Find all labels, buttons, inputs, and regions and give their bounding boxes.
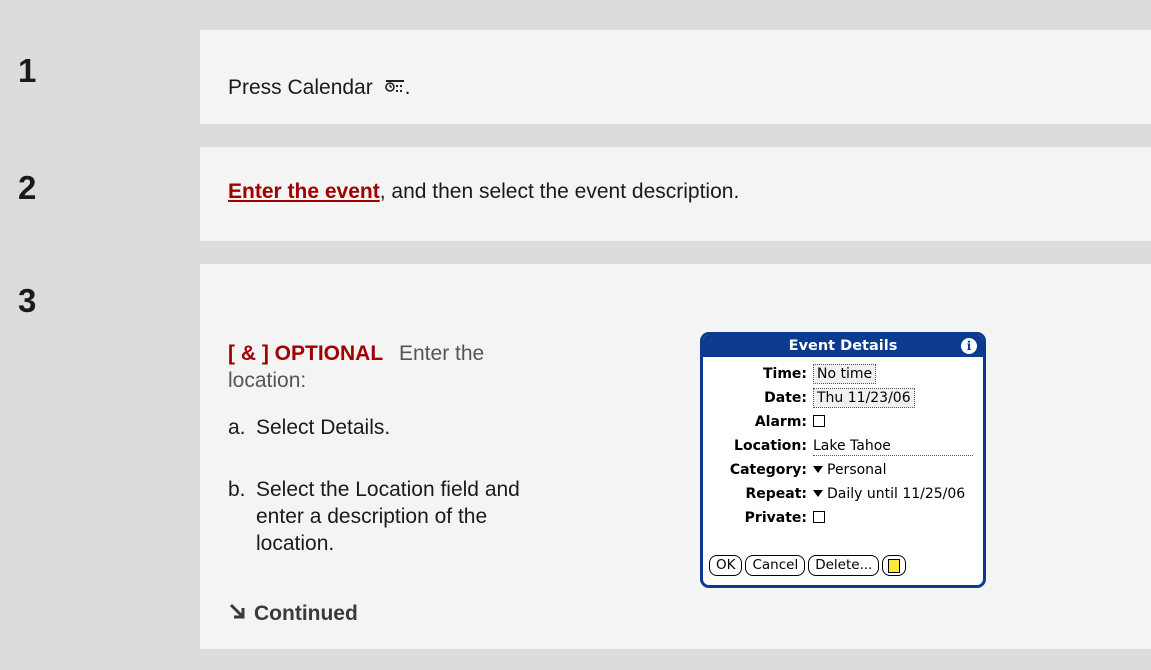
sub-step-letter: b. bbox=[228, 478, 246, 501]
category-picker[interactable]: Personal bbox=[813, 459, 887, 481]
step-number: 1 bbox=[18, 52, 37, 89]
arrow-down-right-icon bbox=[228, 602, 246, 626]
step-number: 3 bbox=[18, 282, 37, 319]
triangle-down-icon bbox=[813, 490, 823, 497]
enter-event-link[interactable]: Enter the event bbox=[228, 180, 380, 203]
sub-step-b: b. Select the Location field and enter a… bbox=[228, 476, 566, 557]
info-icon[interactable]: i bbox=[961, 338, 977, 354]
step-1: 1 Press Calendar . bbox=[0, 30, 1151, 124]
location-label: Location: bbox=[734, 438, 807, 454]
category-label: Category: bbox=[729, 462, 807, 478]
step-number-cell: 2 bbox=[0, 147, 200, 241]
step-1-text: Press Calendar . bbox=[228, 76, 410, 102]
intro-line-2: location: bbox=[228, 369, 307, 392]
event-details-dialog: Event Details i Time: No time Date: Thu … bbox=[700, 332, 986, 588]
dialog-buttons: OK Cancel Delete... bbox=[709, 555, 907, 577]
note-icon bbox=[888, 559, 901, 573]
alarm-label: Alarm: bbox=[754, 414, 807, 430]
sub-step-text: Select the Location field and enter a de… bbox=[256, 478, 520, 555]
calendar-app-icon bbox=[384, 78, 405, 102]
step-number: 2 bbox=[18, 169, 37, 206]
repeat-value: Daily until 11/25/06 bbox=[827, 486, 966, 502]
alarm-checkbox[interactable] bbox=[813, 415, 825, 427]
step-number-cell: 3 bbox=[0, 264, 200, 649]
step-body: [ & ] OPTIONAL Enter the location: a. Se… bbox=[200, 264, 1151, 649]
step-number-cell: 1 bbox=[0, 30, 200, 124]
sub-step-letter: a. bbox=[228, 416, 246, 439]
continued-label: Continued bbox=[254, 602, 358, 625]
triangle-down-icon bbox=[813, 466, 823, 473]
category-row: Category: Personal bbox=[703, 459, 983, 481]
step-2: 2 Enter the event, and then select the e… bbox=[0, 147, 1151, 241]
step-3: 3 [ & ] OPTIONAL Enter the location: a. … bbox=[0, 264, 1151, 649]
optional-tag: [ & ] OPTIONAL bbox=[228, 342, 384, 365]
alarm-row: Alarm: bbox=[703, 411, 983, 433]
intro-line-1: Enter the bbox=[399, 342, 485, 365]
repeat-label: Repeat: bbox=[745, 486, 807, 502]
dialog-title: Event Details bbox=[788, 338, 898, 354]
category-value: Personal bbox=[827, 462, 887, 478]
step-body: Enter the event, and then select the eve… bbox=[200, 147, 1151, 241]
time-label: Time: bbox=[762, 366, 807, 382]
step-1-text-after: . bbox=[404, 76, 411, 99]
step-2-text: Enter the event, and then select the eve… bbox=[228, 180, 739, 204]
step-2-text-after: , and then select the event description. bbox=[379, 180, 740, 203]
continued-link[interactable]: Continued bbox=[228, 602, 358, 626]
date-field[interactable]: Thu 11/23/06 bbox=[813, 388, 915, 408]
private-checkbox[interactable] bbox=[813, 511, 825, 523]
time-field[interactable]: No time bbox=[813, 364, 877, 384]
repeat-row: Repeat: Daily until 11/25/06 bbox=[703, 483, 983, 505]
time-row: Time: No time bbox=[703, 363, 983, 385]
delete-button[interactable]: Delete... bbox=[808, 555, 880, 576]
step-1-text-before: Press Calendar bbox=[228, 76, 373, 99]
repeat-picker[interactable]: Daily until 11/25/06 bbox=[813, 483, 965, 505]
note-button[interactable] bbox=[882, 555, 907, 576]
sub-step-text: Select Details. bbox=[256, 416, 391, 439]
date-row: Date: Thu 11/23/06 bbox=[703, 387, 983, 409]
location-field[interactable]: Lake Tahoe bbox=[813, 437, 973, 456]
private-row: Private: bbox=[703, 507, 983, 529]
optional-intro: [ & ] OPTIONAL Enter the location: bbox=[228, 340, 484, 394]
step-body: Press Calendar . bbox=[200, 30, 1151, 124]
ok-button[interactable]: OK bbox=[709, 555, 743, 576]
private-label: Private: bbox=[744, 510, 807, 526]
sub-step-a: a. Select Details. bbox=[228, 414, 566, 441]
date-label: Date: bbox=[764, 390, 807, 406]
cancel-button[interactable]: Cancel bbox=[745, 555, 806, 576]
location-row: Location: Lake Tahoe bbox=[703, 435, 983, 457]
dialog-title-bar: Event Details i bbox=[703, 335, 983, 357]
